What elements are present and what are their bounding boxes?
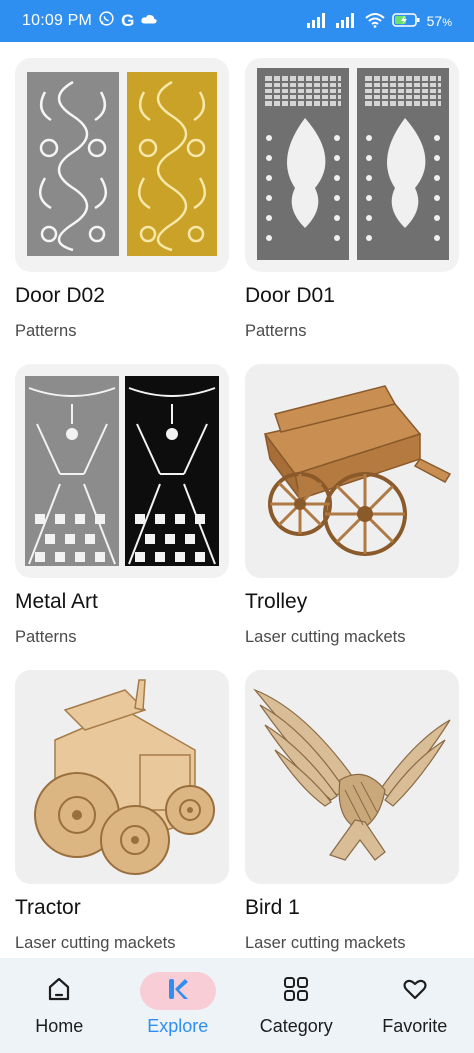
status-left: 10:09 PM G <box>22 10 158 32</box>
explore-k-icon <box>164 975 192 1008</box>
item-subtitle: Patterns <box>15 628 77 646</box>
item-title: Door D02 <box>15 284 105 307</box>
whatsapp-icon <box>98 10 115 32</box>
items-grid: Door D02 Patterns Door D01 Patterns Meta… <box>0 42 474 958</box>
nav-category[interactable]: Category <box>237 972 355 1037</box>
tractor-thumbnail[interactable] <box>15 670 229 884</box>
signal-icon-2 <box>335 12 358 31</box>
status-right: 57% <box>306 12 452 31</box>
wifi-icon <box>364 12 385 31</box>
item-card-door-d02[interactable]: Door D02 Patterns <box>15 58 229 341</box>
heart-icon <box>401 975 429 1008</box>
door-d02-thumbnail[interactable] <box>15 58 229 272</box>
cloud-icon <box>140 12 158 31</box>
grid-icon <box>282 975 310 1008</box>
nav-category-pill <box>258 972 334 1010</box>
nav-category-label: Category <box>259 1016 333 1036</box>
item-title: Door D01 <box>245 284 335 307</box>
item-title: Tractor <box>15 896 81 919</box>
item-title: Metal Art <box>15 590 98 613</box>
item-subtitle: Laser cutting mackets <box>15 934 176 952</box>
metal-art-thumbnail[interactable] <box>15 364 229 578</box>
item-card-door-d01[interactable]: Door D01 Patterns <box>245 58 459 341</box>
bottom-navigation: Home Explore Category Favorite <box>0 958 474 1053</box>
item-subtitle: Patterns <box>245 322 307 340</box>
nav-explore-pill <box>139 972 216 1010</box>
trolley-thumbnail[interactable] <box>245 364 459 578</box>
status-time: 10:09 PM <box>22 12 93 29</box>
nav-explore-label: Explore <box>147 1016 209 1036</box>
nav-home[interactable]: Home <box>0 972 118 1037</box>
battery-icon <box>391 12 420 31</box>
nav-explore[interactable]: Explore <box>119 972 237 1037</box>
item-card-metal-art[interactable]: Metal Art Patterns <box>15 364 229 647</box>
nav-home-pill <box>21 972 97 1010</box>
nav-home-label: Home <box>35 1016 84 1036</box>
battery-percent: 57% <box>426 13 452 29</box>
nav-favorite-label: Favorite <box>382 1016 448 1036</box>
nav-favorite[interactable]: Favorite <box>356 972 474 1037</box>
item-subtitle: Patterns <box>15 322 77 340</box>
status-bar: 10:09 PM G 57% <box>0 0 474 42</box>
item-subtitle: Laser cutting mackets <box>245 934 406 952</box>
nav-favorite-pill <box>377 972 453 1010</box>
signal-icon <box>306 12 329 31</box>
item-card-tractor[interactable]: Tractor Laser cutting mackets <box>15 670 229 953</box>
item-subtitle: Laser cutting mackets <box>245 628 406 646</box>
door-d01-thumbnail[interactable] <box>245 58 459 272</box>
item-title: Trolley <box>245 590 308 613</box>
bird-thumbnail[interactable] <box>245 670 459 884</box>
item-card-bird-1[interactable]: Bird 1 Laser cutting mackets <box>245 670 459 953</box>
item-card-trolley[interactable]: Trolley Laser cutting mackets <box>245 364 459 647</box>
item-title: Bird 1 <box>245 896 300 919</box>
home-icon <box>45 975 73 1008</box>
google-icon: G <box>121 11 135 30</box>
